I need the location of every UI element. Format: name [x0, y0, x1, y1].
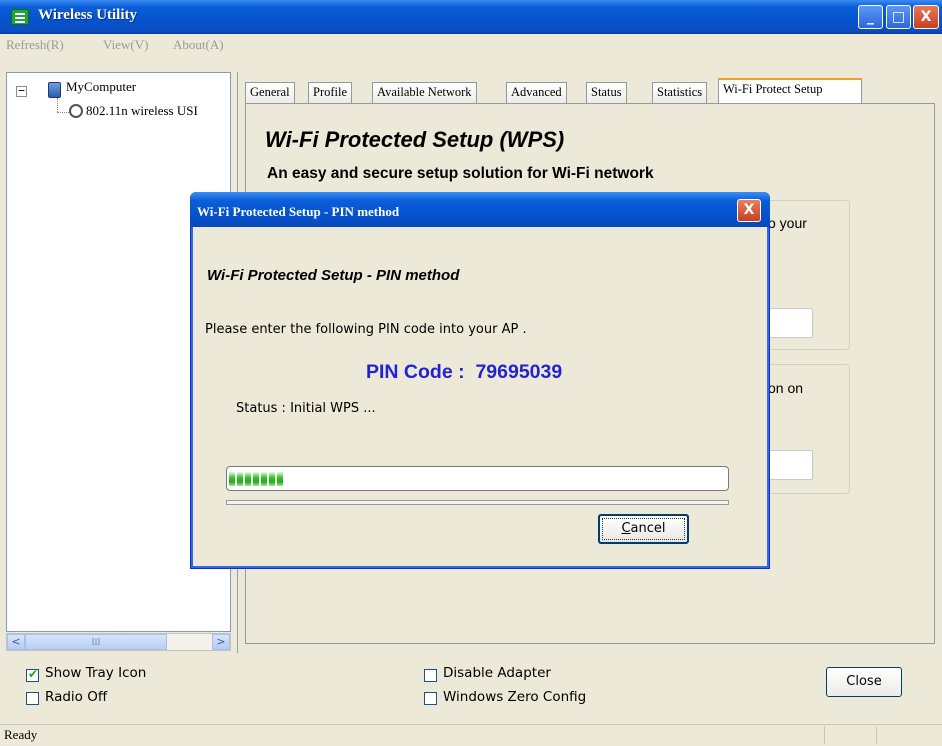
close-button[interactable]: Close	[826, 667, 902, 697]
wps-heading: Wi-Fi Protected Setup (WPS)	[265, 127, 565, 152]
scroll-right-button[interactable]: >	[212, 634, 230, 650]
pin-code-label: PIN Code :	[366, 361, 465, 383]
progress-segment	[277, 472, 283, 486]
groupbox-text: on on	[768, 380, 804, 396]
progress-segment	[269, 472, 275, 486]
progress-segment	[229, 472, 235, 486]
radio-off-checkbox[interactable]	[26, 692, 39, 705]
tree-item-adapter[interactable]: 802.11n wireless USI	[86, 103, 230, 119]
tree-collapse-toggle[interactable]: −	[16, 85, 27, 97]
tab-status[interactable]: Status	[586, 82, 627, 104]
progress-segment	[237, 472, 243, 486]
dialog-separator	[226, 500, 729, 505]
progress-segment	[245, 472, 251, 486]
tree-item-mycomputer[interactable]: MyComputer	[66, 79, 136, 95]
progress-segment	[261, 472, 267, 486]
tab-profile[interactable]: Profile	[308, 82, 353, 104]
menu-refresh[interactable]: Refresh(R)	[6, 37, 64, 53]
dialog-heading: Wi-Fi Protected Setup - PIN method	[207, 267, 460, 284]
show-tray-icon-label: Show Tray Icon	[45, 665, 147, 681]
cancel-button[interactable]: Cancel	[598, 514, 689, 544]
tree-connector	[57, 112, 69, 113]
status-divider	[876, 726, 877, 744]
wps-progress-bar	[226, 466, 729, 491]
pin-code-value: 79695039	[475, 361, 563, 383]
tree-connector	[57, 98, 58, 112]
disable-adapter-label: Disable Adapter	[443, 665, 551, 681]
status-divider	[824, 726, 825, 744]
tab-general[interactable]: General	[245, 82, 295, 104]
tab-available-network[interactable]: Available Network	[372, 82, 477, 104]
menu-view[interactable]: View(V)	[103, 37, 148, 53]
window-title: Wireless Utility	[38, 7, 138, 23]
pin-instruction: Please enter the following PIN code into…	[205, 322, 527, 337]
wps-status-text: Status : Initial WPS ...	[236, 401, 376, 416]
maximize-button[interactable]: □	[886, 5, 911, 29]
window-close-button[interactable]: X	[913, 5, 939, 29]
show-tray-icon-checkbox[interactable]: ✔	[26, 667, 39, 682]
radio-off-label: Radio Off	[45, 689, 108, 705]
wireless-adapter-icon	[69, 104, 83, 118]
checkmark-icon: ✔	[28, 667, 39, 681]
tab-statistics[interactable]: Statistics	[652, 82, 708, 104]
progress-fill	[229, 472, 283, 486]
windows-zero-config-checkbox[interactable]	[424, 692, 437, 705]
disable-adapter-checkbox[interactable]	[424, 669, 437, 682]
window-titlebar[interactable]	[0, 0, 942, 34]
menu-about[interactable]: About(A)	[173, 37, 224, 53]
tab-wifi-protect-setup[interactable]: Wi-Fi Protect Setup	[718, 78, 862, 104]
status-bar	[0, 724, 942, 746]
minimize-button[interactable]: _	[858, 5, 883, 29]
dialog-close-button[interactable]: X	[737, 199, 761, 222]
computer-icon	[48, 82, 61, 98]
groupbox-text: o your	[768, 215, 807, 231]
tree-horizontal-scrollbar[interactable]: < III >	[6, 633, 231, 651]
dialog-title: Wi-Fi Protected Setup - PIN method	[197, 204, 400, 219]
scroll-thumb[interactable]: III	[25, 634, 167, 650]
tab-advanced[interactable]: Advanced	[506, 82, 567, 104]
scroll-left-button[interactable]: <	[7, 634, 25, 650]
pin-code-display: PIN Code : 79695039	[366, 361, 562, 384]
wps-subheading: An easy and secure setup solution for Wi…	[267, 165, 654, 182]
windows-zero-config-label: Windows Zero Config	[443, 689, 587, 705]
status-text: Ready	[4, 727, 38, 742]
progress-segment	[253, 472, 259, 486]
app-icon	[11, 9, 29, 25]
